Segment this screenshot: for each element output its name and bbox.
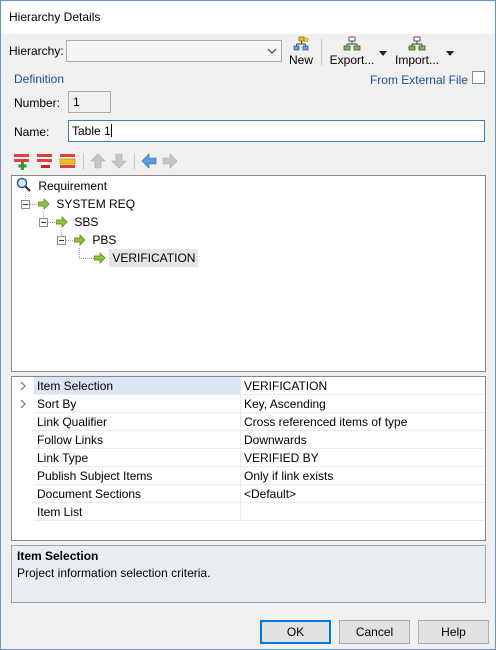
- hierarchy-dropdown[interactable]: [66, 40, 282, 62]
- number-value: 1: [73, 95, 80, 109]
- arrow-right-icon: [93, 251, 106, 269]
- text-cursor: [110, 124, 112, 137]
- name-label: Name:: [14, 125, 50, 139]
- toolbar-divider: [83, 153, 84, 170]
- export-button-label: Export...: [329, 53, 375, 67]
- new-hierarchy-icon: [288, 36, 314, 53]
- property-value[interactable]: VERIFIED BY: [241, 449, 485, 467]
- property-value[interactable]: Key, Ascending: [241, 395, 485, 413]
- tree-node-label: SBS: [74, 215, 99, 229]
- chevron-right-icon[interactable]: [12, 377, 34, 395]
- export-button[interactable]: Export...: [329, 36, 375, 67]
- property-row[interactable]: Follow Links Downwards: [12, 431, 485, 449]
- export-dropdown-arrow-icon[interactable]: [379, 46, 387, 60]
- property-name: Sort By: [34, 395, 241, 413]
- arrow-right-icon: [73, 233, 86, 251]
- property-value[interactable]: VERIFICATION: [241, 377, 485, 395]
- ok-button[interactable]: OK: [260, 620, 331, 644]
- window-title: Hierarchy Details: [9, 10, 101, 24]
- remove-row-icon[interactable]: [36, 152, 54, 170]
- import-button-label: Import...: [394, 53, 439, 67]
- title-bar: Hierarchy Details: [1, 1, 495, 34]
- tree-node-root[interactable]: Requirement: [16, 177, 110, 195]
- property-name: Link Type: [34, 449, 241, 467]
- property-name: Publish Subject Items: [34, 467, 241, 485]
- property-grid: Item Selection VERIFICATION Sort By Key,…: [11, 376, 486, 541]
- import-dropdown-arrow-icon[interactable]: [446, 46, 454, 60]
- chevron-right-icon[interactable]: [12, 395, 34, 413]
- property-row[interactable]: Link Qualifier Cross referenced items of…: [12, 413, 485, 431]
- from-external-file-label: From External File: [369, 73, 468, 87]
- tree-node-label: PBS: [92, 233, 117, 247]
- import-hierarchy-icon: [394, 36, 440, 53]
- name-field[interactable]: Table 1: [68, 120, 485, 142]
- hierarchy-details-dialog: Hierarchy Details Hierarchy: New Export.…: [0, 0, 496, 650]
- property-value[interactable]: Cross referenced items of type: [241, 413, 485, 431]
- cancel-button[interactable]: Cancel: [339, 620, 410, 644]
- row-gutter: [12, 467, 34, 485]
- description-text: Project information selection criteria.: [17, 566, 211, 580]
- hierarchy-toolbar: Hierarchy: New Export... Import...: [1, 34, 495, 68]
- export-hierarchy-icon: [329, 36, 375, 53]
- property-value[interactable]: Downwards: [241, 431, 485, 449]
- property-name: Link Qualifier: [34, 413, 241, 431]
- move-down-icon[interactable]: [110, 152, 128, 170]
- insert-row-icon[interactable]: [59, 152, 77, 170]
- arrow-right-icon: [55, 215, 68, 233]
- property-row[interactable]: Publish Subject Items Only if link exist…: [12, 467, 485, 485]
- move-up-icon[interactable]: [89, 152, 107, 170]
- row-gutter: [12, 485, 34, 503]
- move-left-icon[interactable]: [140, 152, 158, 170]
- row-gutter: [12, 503, 34, 521]
- property-name: Item Selection: [34, 377, 241, 395]
- hierarchy-label: Hierarchy:: [9, 44, 64, 58]
- number-field[interactable]: 1: [68, 91, 111, 113]
- property-name: Item List: [34, 503, 241, 521]
- property-name: Document Sections: [34, 485, 241, 503]
- new-button[interactable]: New: [288, 36, 314, 67]
- property-row[interactable]: Link Type VERIFIED BY: [12, 449, 485, 467]
- arrow-right-icon: [37, 197, 50, 215]
- help-button[interactable]: Help: [418, 620, 489, 644]
- add-row-icon[interactable]: [13, 152, 31, 170]
- row-gutter: [12, 449, 34, 467]
- property-value[interactable]: Only if link exists: [241, 467, 485, 485]
- move-right-icon[interactable]: [161, 152, 179, 170]
- tree-node[interactable]: SYSTEM REQ: [37, 195, 138, 215]
- description-title: Item Selection: [17, 549, 99, 563]
- property-name: Follow Links: [34, 431, 241, 449]
- property-row[interactable]: Sort By Key, Ascending: [12, 395, 485, 413]
- property-row[interactable]: Item List: [12, 503, 485, 521]
- toolbar-divider: [321, 38, 322, 66]
- definition-group-label: Definition: [14, 72, 65, 86]
- tree-node-label: SYSTEM REQ: [56, 197, 136, 211]
- property-value[interactable]: [241, 503, 485, 521]
- tree-node[interactable]: PBS: [73, 231, 119, 251]
- tree-toolbar: [13, 152, 213, 172]
- row-gutter: [12, 413, 34, 431]
- number-label: Number:: [14, 96, 61, 110]
- tree-node-label: VERIFICATION: [109, 249, 199, 267]
- property-description-panel: Item Selection Project information selec…: [11, 545, 486, 603]
- new-button-label: New: [288, 53, 313, 67]
- property-row[interactable]: Document Sections <Default>: [12, 485, 485, 503]
- tree-node-selected[interactable]: VERIFICATION: [93, 249, 199, 269]
- name-value: Table 1: [72, 124, 111, 138]
- toolbar-divider: [134, 153, 135, 170]
- magnifier-icon: [16, 177, 32, 198]
- from-external-file-checkbox[interactable]: [472, 71, 485, 84]
- import-button[interactable]: Import...: [394, 36, 440, 67]
- row-gutter: [12, 431, 34, 449]
- hierarchy-tree[interactable]: Requirement SYSTEM REQ SBS PBS VERIFICAT: [11, 175, 486, 372]
- tree-node-label: Requirement: [38, 179, 108, 193]
- property-row[interactable]: Item Selection VERIFICATION: [12, 377, 485, 395]
- property-value[interactable]: <Default>: [241, 485, 485, 503]
- tree-node[interactable]: SBS: [55, 213, 101, 233]
- chevron-down-icon: [267, 45, 277, 59]
